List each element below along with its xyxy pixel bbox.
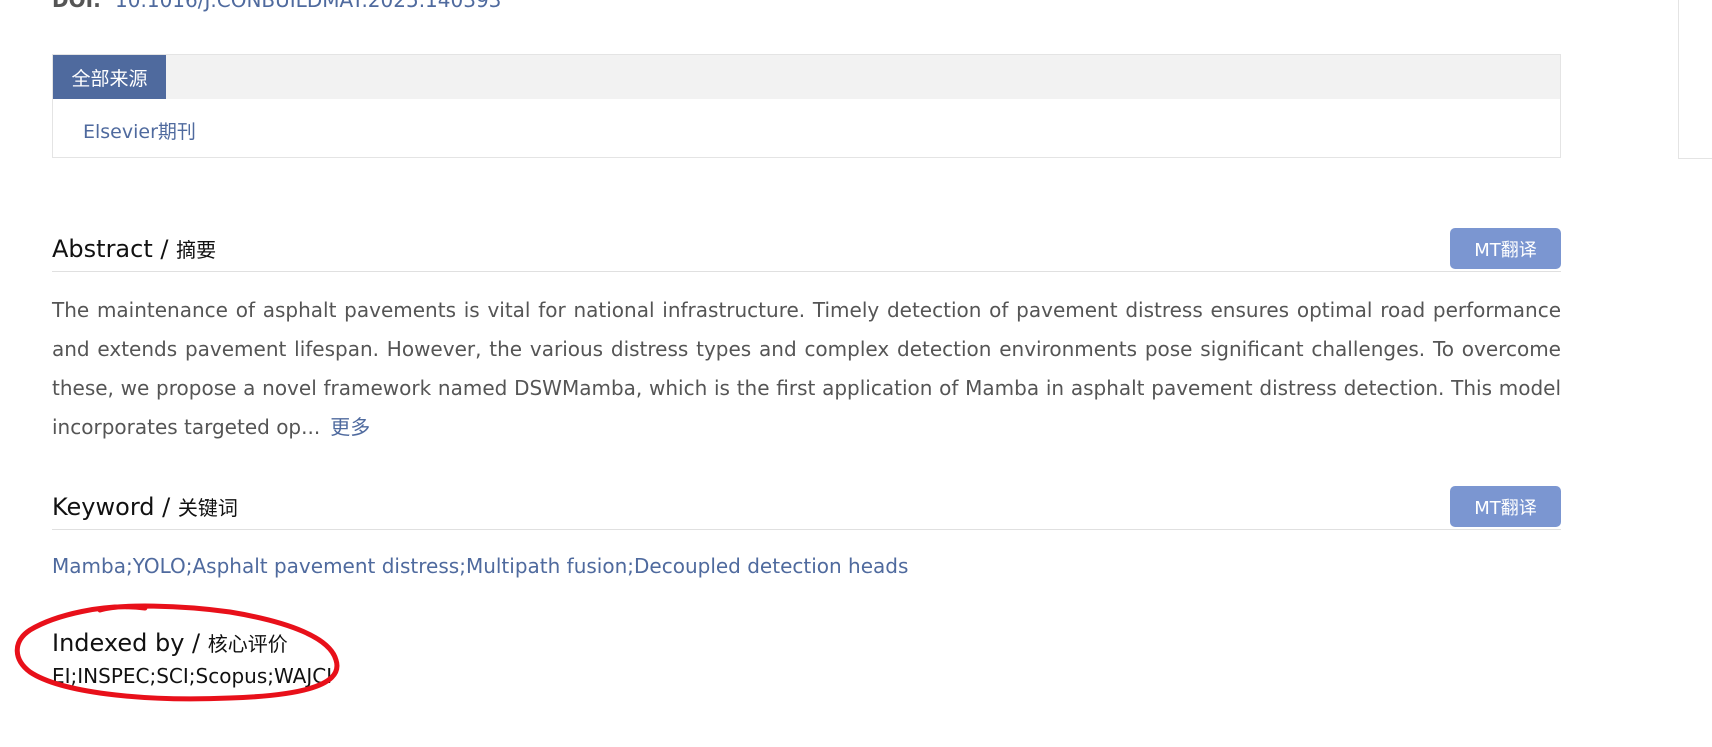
source-tabbar: 全部来源: [53, 55, 1560, 99]
tab-all-sources[interactable]: 全部来源: [53, 55, 166, 99]
abstract-translate-button[interactable]: MT翻译: [1450, 228, 1561, 269]
doi-label: DOI:: [52, 0, 102, 12]
keyword-title: Keyword / 关键词: [52, 492, 238, 521]
keyword-separator: ;: [185, 554, 193, 578]
keyword-translate-button[interactable]: MT翻译: [1450, 486, 1561, 527]
keyword-title-en: Keyword /: [52, 493, 171, 521]
annotation-stroke: [14, 603, 340, 702]
abstract-title: Abstract / 摘要: [52, 234, 216, 263]
side-panel-edge: [1678, 0, 1712, 159]
keyword-separator: ;: [627, 554, 635, 578]
keyword-separator: ;: [125, 554, 133, 578]
abstract-title-en: Abstract /: [52, 235, 169, 263]
keyword-item[interactable]: Mamba: [52, 554, 126, 578]
keyword-list: Mamba;YOLO;Asphalt pavement distress;Mul…: [52, 554, 908, 578]
source-link-elsevier[interactable]: Elsevier期刊: [83, 117, 196, 144]
doi-row: DOI: 10.1016/J.CONBUILDMAT.2025.140393: [52, 0, 501, 12]
keyword-item[interactable]: Multipath fusion: [466, 554, 627, 578]
doi-link[interactable]: 10.1016/J.CONBUILDMAT.2025.140393: [115, 0, 501, 12]
annotation-circle: [14, 603, 340, 702]
keyword-item[interactable]: Asphalt pavement distress: [193, 554, 460, 578]
keyword-header: Keyword / 关键词 MT翻译: [52, 486, 1561, 530]
abstract-header: Abstract / 摘要 MT翻译: [52, 228, 1561, 272]
keyword-item[interactable]: YOLO: [133, 554, 186, 578]
keyword-title-cn: 关键词: [177, 496, 238, 520]
abstract-text: The maintenance of asphalt pavements is …: [52, 291, 1561, 447]
source-box: 全部来源 Elsevier期刊: [52, 54, 1561, 158]
abstract-body: The maintenance of asphalt pavements is …: [52, 298, 1561, 439]
abstract-title-cn: 摘要: [176, 238, 217, 262]
abstract-more-link[interactable]: 更多: [330, 415, 370, 439]
keyword-item[interactable]: Decoupled detection heads: [634, 554, 908, 578]
keyword-separator: ;: [459, 554, 466, 578]
